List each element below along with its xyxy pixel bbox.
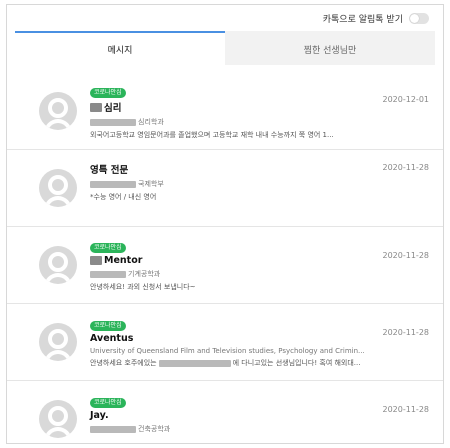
department-text: 심리학과: [138, 118, 164, 126]
department-text: 기계공학과: [128, 270, 161, 278]
message-content: 코로나안심 심리 심리학과 외국어고등학교 영임문어과를 졸업했으며 고등학교 …: [90, 79, 380, 140]
message-panel: 카톡으로 알림톡 받기 메시지 찜한 선생님만 코로나안심 심리 심리학과 외국…: [6, 4, 444, 444]
avatar: [39, 246, 77, 284]
avatar-body-shape: [44, 427, 72, 438]
redacted-block: [158, 359, 231, 367]
avatar-head-shape: [48, 98, 68, 118]
avatar-body-shape: [44, 196, 72, 207]
tab-messages[interactable]: 메시지: [15, 31, 225, 65]
teacher-department: University of Queensland Film and Televi…: [90, 347, 380, 355]
message-content: 코로나안심 Jay. 건축공학과: [90, 389, 380, 434]
avatar: [39, 323, 77, 361]
message-list: 코로나안심 심리 심리학과 외국어고등학교 영임문어과를 졸업했으며 고등학교 …: [7, 73, 443, 443]
avatar-body-shape: [44, 119, 72, 130]
teacher-name: 영특 전문: [90, 162, 380, 176]
teacher-name: Aventus: [90, 333, 380, 344]
avatar: [39, 169, 77, 207]
department-text: University of Queensland Film and Televi…: [90, 347, 365, 355]
message-date: 2020-12-01: [382, 95, 430, 104]
toggle-knob: [410, 13, 419, 23]
teacher-department: 심리학과: [90, 117, 380, 127]
message-date: 2020-11-28: [382, 163, 430, 172]
message-date: 2020-11-28: [382, 405, 430, 414]
message-content: 코로나안심 Mentor 기계공학과 안녕하세요! 과외 신청서 보냅니다~: [90, 234, 380, 292]
corona-safe-badge: 코로나안심: [90, 398, 126, 408]
message-content: 영특 전문 국제학부 *수능 영어 / 내신 영어: [90, 160, 380, 202]
message-preview: *수능 영어 / 내신 영어: [90, 193, 157, 201]
message-preview: 안녕하세요 호주에있는 에 다니고있는 선생님입니다! 혹여 해외대...: [90, 358, 380, 368]
kakao-alert-toggle[interactable]: [409, 12, 429, 24]
preview-text-before: 안녕하세요 호주에있는: [90, 359, 157, 367]
message-item[interactable]: 코로나안심 Mentor 기계공학과 안녕하세요! 과외 신청서 보냅니다~ 2…: [7, 227, 443, 304]
teacher-name: Mentor: [90, 255, 380, 266]
message-item[interactable]: 영특 전문 국제학부 *수능 영어 / 내신 영어 2020-11-28: [7, 150, 443, 227]
teacher-name-text: 심리: [104, 103, 122, 114]
teacher-name: Jay.: [90, 410, 380, 421]
teacher-name: 심리: [90, 100, 380, 114]
message-item[interactable]: 코로나안심 Jay. 건축공학과 2020-11-28: [7, 381, 443, 443]
teacher-name-text: 영특 전문: [90, 165, 129, 176]
corona-safe-badge: 코로나안심: [90, 243, 126, 253]
message-item[interactable]: 코로나안심 심리 심리학과 외국어고등학교 영임문어과를 졸업했으며 고등학교 …: [7, 73, 443, 150]
corona-safe-badge: 코로나안심: [90, 88, 126, 98]
avatar-head-shape: [48, 329, 68, 349]
preview-text-after: 에 다니고있는 선생님입니다! 혹여 해외대...: [232, 359, 361, 367]
redacted-block: [90, 425, 136, 433]
teacher-department: 건축공학과: [90, 424, 380, 434]
avatar-head-shape: [48, 175, 68, 195]
avatar: [39, 92, 77, 130]
message-preview: 외국어고등학교 영임문어과를 졸업했으며 고등학교 재학 내내 수능까지 쭉 영…: [90, 131, 334, 139]
avatar-body-shape: [44, 350, 72, 361]
teacher-name-text: Mentor: [104, 255, 143, 266]
teacher-department: 국제학부: [90, 179, 380, 189]
tab-bar: 메시지 찜한 선생님만: [15, 31, 435, 65]
avatar-head-shape: [48, 406, 68, 426]
redacted-block: [90, 118, 136, 126]
teacher-name-text: Jay.: [90, 410, 109, 421]
redacted-block: [90, 180, 136, 188]
department-text: 건축공학과: [138, 425, 171, 433]
teacher-name-text: Aventus: [90, 333, 134, 344]
redacted-block: [90, 102, 102, 112]
redacted-block: [90, 270, 126, 278]
avatar-body-shape: [44, 273, 72, 284]
message-item[interactable]: 코로나안심 Aventus University of Queensland F…: [7, 304, 443, 381]
message-date: 2020-11-28: [382, 251, 430, 260]
message-date: 2020-11-28: [382, 328, 430, 337]
department-text: 국제학부: [138, 180, 164, 188]
message-preview: 안녕하세요! 과외 신청서 보냅니다~: [90, 283, 196, 291]
corona-safe-badge: 코로나안심: [90, 321, 126, 331]
redacted-block: [90, 256, 102, 265]
kakao-alert-label: 카톡으로 알림톡 받기: [322, 14, 403, 25]
avatar: [39, 400, 77, 438]
top-bar: 카톡으로 알림톡 받기: [7, 5, 443, 31]
message-content: 코로나안심 Aventus University of Queensland F…: [90, 312, 380, 368]
teacher-department: 기계공학과: [90, 269, 380, 279]
tab-favorite-teachers[interactable]: 찜한 선생님만: [225, 31, 435, 65]
avatar-head-shape: [48, 252, 68, 272]
